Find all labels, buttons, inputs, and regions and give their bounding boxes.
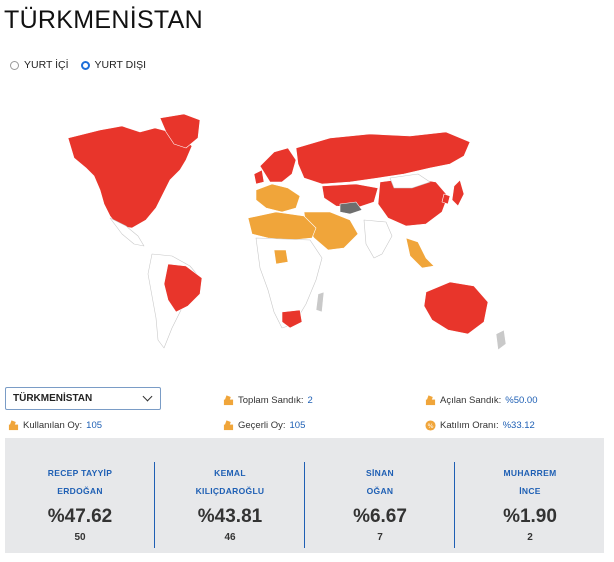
map-se-asia[interactable] <box>405 237 435 269</box>
map-japan[interactable] <box>451 179 465 207</box>
country-select[interactable]: TÜRKMENİSTAN <box>5 387 161 410</box>
ballot-box-icon <box>425 395 436 406</box>
candidate-percent: %47.62 <box>47 506 113 527</box>
ballot-box-icon <box>223 395 234 406</box>
svg-text:%: % <box>427 422 433 430</box>
map-india[interactable] <box>363 219 393 259</box>
candidate-first-name: SİNAN <box>366 468 394 478</box>
candidate-votes: 2 <box>527 532 533 543</box>
candidate-first-name: KEMAL <box>214 468 246 478</box>
page-title: TÜRKMENİSTAN <box>4 6 203 34</box>
chevron-down-icon[interactable] <box>142 391 153 402</box>
candidate-percent: %6.67 <box>353 506 407 527</box>
candidate-card: MUHARREM İNCE %1.90 2 <box>455 438 605 553</box>
radio-yurt-disi-label: YURT DIŞI <box>94 59 147 71</box>
stat-kullanilan-oy: Kullanılan Oy: 105 <box>8 420 102 431</box>
candidate-votes: 7 <box>377 532 383 543</box>
stat-gecerli-oy-value: 105 <box>289 420 306 431</box>
stat-kullanilan-oy-label: Kullanılan Oy: <box>23 420 83 431</box>
candidate-card: SİNAN OĞAN %6.67 7 <box>305 438 455 553</box>
map-uk[interactable] <box>253 169 265 185</box>
candidate-first-name: RECEP TAYYİP <box>47 468 113 478</box>
percent-circle-icon: % <box>425 420 436 431</box>
stat-katilim-orani-label: Katılım Oranı: <box>440 420 499 431</box>
world-map[interactable] <box>60 108 540 368</box>
stat-katilim-orani-value: %33.12 <box>502 420 535 431</box>
radio-yurt-ici-dot[interactable] <box>10 60 19 70</box>
candidate-last-name: İNCE <box>519 486 541 496</box>
candidate-last-name: ERDOĞAN <box>57 486 103 496</box>
location-filter: YURT İÇİ YURT DIŞI <box>10 59 146 71</box>
stat-katilim-orani: % Katılım Oranı: %33.12 <box>425 420 535 431</box>
map-australia[interactable] <box>423 281 489 335</box>
map-nigeria[interactable] <box>273 249 289 265</box>
stat-toplam-sandik-value: 2 <box>307 395 313 406</box>
radio-yurt-disi-dot[interactable] <box>80 60 90 70</box>
stat-gecerli-oy-label: Geçerli Oy: <box>238 420 286 431</box>
stat-toplam-sandik: Toplam Sandık: 2 <box>223 395 313 406</box>
map-madagascar[interactable] <box>315 291 325 313</box>
stat-kullanilan-oy-value: 105 <box>86 420 103 431</box>
stat-toplam-sandik-label: Toplam Sandık: <box>238 395 304 406</box>
candidate-last-name: OĞAN <box>366 486 394 496</box>
candidate-percent: %43.81 <box>197 506 263 527</box>
map-new-zealand[interactable] <box>495 329 507 351</box>
map-europe-west[interactable] <box>255 183 301 213</box>
country-select-value: TÜRKMENİSTAN <box>13 393 93 404</box>
radio-yurt-ici[interactable]: YURT İÇİ <box>10 59 69 71</box>
radio-yurt-disi[interactable]: YURT DIŞI <box>80 59 147 71</box>
candidate-votes: 46 <box>224 532 236 543</box>
candidate-last-name: KILIÇDAROĞLU <box>195 486 265 496</box>
stat-acilan-sandik-value: %50.00 <box>505 395 538 406</box>
radio-yurt-ici-label: YURT İÇİ <box>24 59 69 71</box>
ballot-box-icon <box>8 420 19 431</box>
stat-gecerli-oy: Geçerli Oy: 105 <box>223 420 305 431</box>
stat-acilan-sandik-label: Açılan Sandık: <box>440 395 502 406</box>
map-europe-north[interactable] <box>259 147 297 183</box>
candidate-first-name: MUHARREM <box>503 468 557 478</box>
candidate-percent: %1.90 <box>503 506 557 527</box>
results-panel: RECEP TAYYİP ERDOĞAN %47.62 50 KEMAL KIL… <box>5 438 604 553</box>
candidate-card: KEMAL KILIÇDAROĞLU %43.81 46 <box>155 438 305 553</box>
map-russia[interactable] <box>295 131 471 185</box>
ballot-box-icon <box>223 420 234 431</box>
candidate-votes: 50 <box>74 532 86 543</box>
candidate-card: RECEP TAYYİP ERDOĞAN %47.62 50 <box>5 438 155 553</box>
stat-acilan-sandik: Açılan Sandık: %50.00 <box>425 395 538 406</box>
